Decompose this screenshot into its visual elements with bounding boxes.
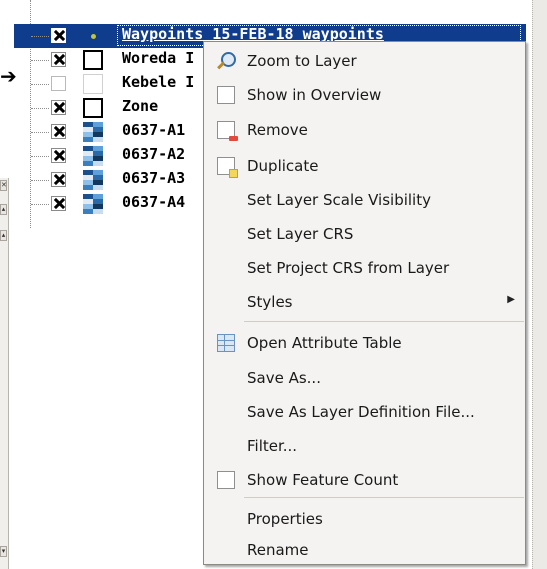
layer-visibility-checkbox[interactable] — [51, 148, 66, 163]
menu-item-set-project-crs[interactable]: Set Project CRS from Layer — [204, 252, 525, 283]
menu-item-properties[interactable]: Properties — [204, 503, 525, 534]
layer-visibility-checkbox[interactable] — [51, 76, 66, 91]
polygon-symbol-icon — [83, 50, 103, 70]
menu-item-label: Styles — [247, 293, 293, 311]
menu-item-filter[interactable]: Filter... — [204, 430, 525, 461]
tree-branch — [31, 204, 49, 205]
layer-name[interactable]: Kebele I — [122, 73, 194, 91]
menu-item-label: Set Layer CRS — [247, 225, 354, 243]
layer-name[interactable]: 0637-A4 — [122, 193, 185, 211]
menu-item-label: Duplicate — [247, 157, 319, 175]
tree-branch — [31, 60, 49, 61]
menu-item-label: Open Attribute Table — [247, 334, 402, 352]
polygon-symbol-icon — [83, 98, 103, 118]
menu-separator — [244, 321, 524, 322]
menu-item-label: Save As Layer Definition File... — [247, 403, 475, 421]
layer-name[interactable]: Zone — [122, 97, 158, 115]
menu-item-remove[interactable]: Remove — [204, 114, 525, 145]
menu-item-label: Set Project CRS from Layer — [247, 259, 450, 277]
raster-symbol-icon — [83, 194, 103, 214]
tree-branch — [31, 108, 49, 109]
menu-item-label: Remove — [247, 121, 308, 139]
menu-item-label: Zoom to Layer — [247, 52, 357, 70]
point-symbol-icon — [83, 26, 103, 46]
layer-name[interactable]: 0637-A1 — [122, 121, 185, 139]
menu-separator — [244, 497, 524, 498]
menu-item-label: Properties — [247, 510, 323, 528]
duplicate-layer-icon — [217, 157, 238, 178]
menu-item-duplicate[interactable]: Duplicate — [204, 150, 525, 181]
menu-item-label: Filter... — [247, 437, 298, 455]
checkbox-icon[interactable] — [217, 86, 235, 104]
menu-item-label: Save As... — [247, 369, 321, 387]
layer-visibility-checkbox[interactable] — [51, 124, 66, 139]
raster-symbol-icon — [83, 146, 103, 166]
layer-visibility-checkbox[interactable] — [51, 52, 66, 67]
menu-item-save-as[interactable]: Save As... — [204, 362, 525, 393]
menu-item-label: Rename — [247, 541, 309, 559]
layer-visibility-checkbox[interactable] — [51, 100, 66, 115]
layer-name[interactable]: 0637-A3 — [122, 169, 185, 187]
menu-item-show-in-overview[interactable]: Show in Overview — [204, 79, 525, 110]
checkbox-icon[interactable] — [217, 471, 235, 489]
menu-item-set-layer-crs[interactable]: Set Layer CRS — [204, 218, 525, 249]
menu-item-set-layer-scale-visibility[interactable]: Set Layer Scale Visibility — [204, 184, 525, 215]
scroll-down-icon[interactable]: ▾ — [0, 546, 7, 557]
raster-symbol-icon — [83, 122, 103, 142]
layer-visibility-checkbox[interactable] — [51, 172, 66, 187]
menu-item-label: Set Layer Scale Visibility — [247, 191, 431, 209]
raster-symbol-icon — [83, 170, 103, 190]
menu-item-rename[interactable]: Rename — [204, 534, 525, 565]
menu-item-save-as-layer-definition[interactable]: Save As Layer Definition File... — [204, 396, 525, 427]
attribute-table-icon — [217, 334, 235, 352]
polygon-symbol-icon — [83, 74, 103, 94]
layer-name[interactable]: Woreda I — [122, 49, 194, 67]
layer-context-menu: Zoom to Layer Show in Overview Remove Du… — [203, 41, 526, 565]
tree-branch — [31, 180, 49, 181]
tree-branch — [31, 132, 49, 133]
menu-item-open-attribute-table[interactable]: Open Attribute Table — [204, 327, 525, 358]
layer-visibility-checkbox[interactable] — [51, 28, 66, 43]
layer-visibility-checkbox[interactable] — [51, 196, 66, 211]
menu-item-show-feature-count[interactable]: Show Feature Count — [204, 464, 525, 495]
menu-item-label: Show Feature Count — [247, 471, 399, 489]
tree-branch — [31, 36, 49, 37]
tree-branch — [31, 84, 49, 85]
menu-item-label: Show in Overview — [247, 86, 382, 104]
layer-name[interactable]: 0637-A2 — [122, 145, 185, 163]
remove-layer-icon — [217, 121, 238, 141]
zoom-icon — [217, 52, 236, 70]
submenu-arrow-icon: ▶ — [507, 294, 515, 305]
tree-branch — [31, 156, 49, 157]
menu-item-zoom-to-layer[interactable]: Zoom to Layer — [204, 45, 525, 76]
menu-item-styles[interactable]: Styles ▶ — [204, 286, 525, 317]
